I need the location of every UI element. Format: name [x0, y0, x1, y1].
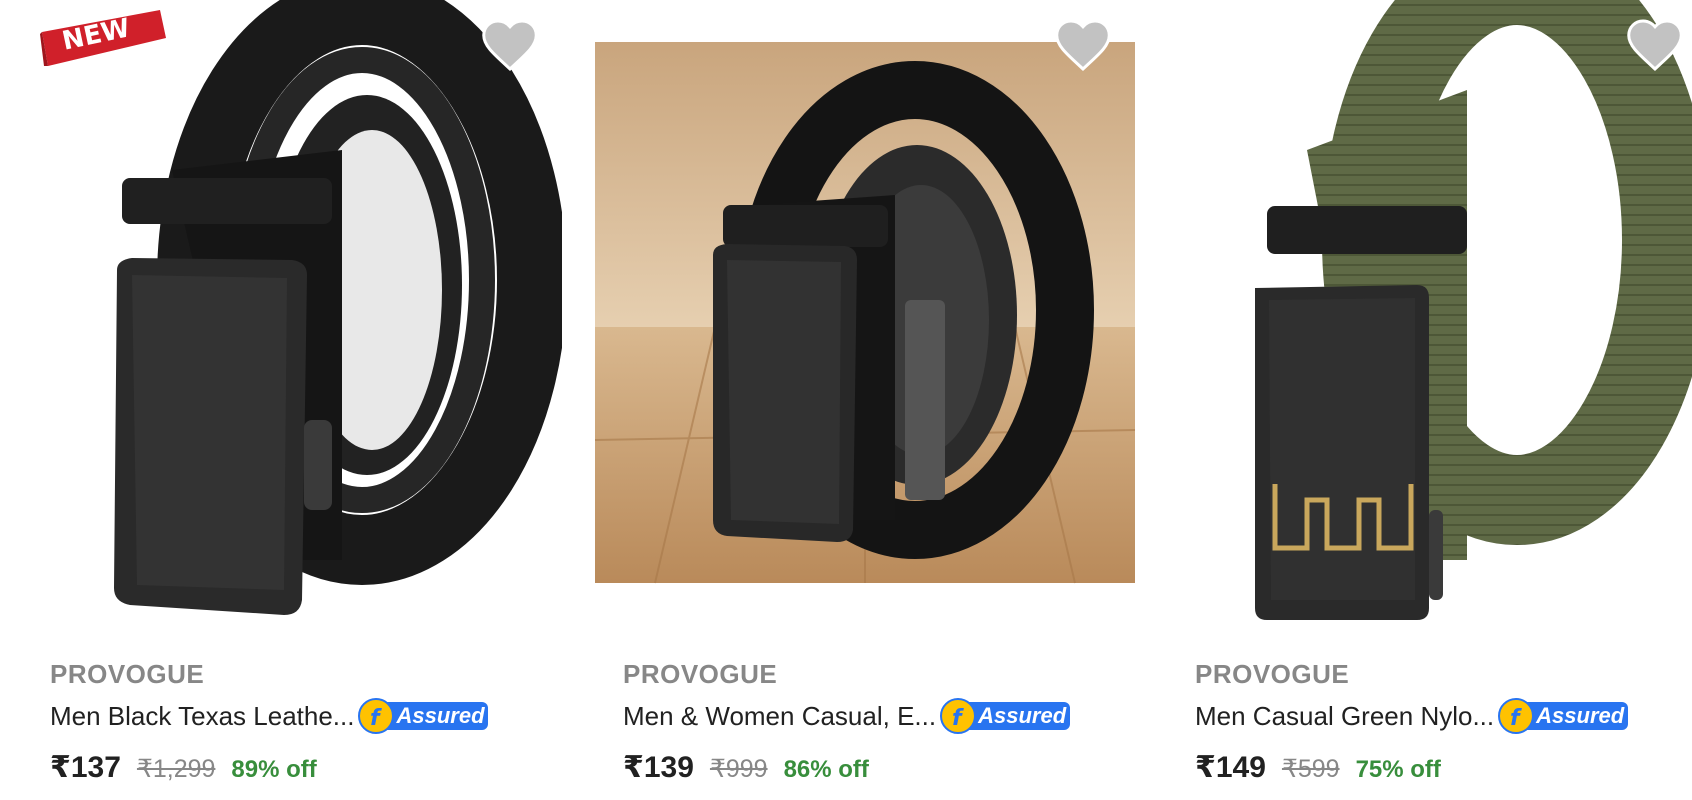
discount-label: 75% off	[1355, 756, 1441, 783]
price-row: ₹149 ₹599 75% off	[1195, 750, 1692, 794]
assured-badge: f Assured	[940, 698, 1072, 734]
original-price: ₹1,299	[136, 755, 216, 783]
original-price: ₹999	[709, 755, 768, 783]
assured-label: Assured	[396, 703, 485, 728]
product-info: PROVOGUE Men Black Texas Leathe... f Ass…	[50, 656, 550, 794]
product-info: PROVOGUE Men & Women Casual, E... f Assu…	[623, 656, 1123, 794]
product-brand: PROVOGUE	[50, 659, 205, 689]
black-leather-belt-on-wood-image	[595, 0, 1135, 640]
heart-icon	[482, 19, 538, 72]
assured-badge: f Assured	[1498, 698, 1630, 734]
title-row: Men Casual Green Nylo... f Assured	[1195, 694, 1692, 738]
black-leather-belt-image	[22, 0, 562, 640]
product-card[interactable]: PROVOGUE Men Casual Green Nylo... f Assu…	[1145, 0, 1692, 800]
product-image[interactable]	[1167, 0, 1692, 640]
selling-price: ₹137	[50, 751, 121, 784]
price-row: ₹139 ₹999 86% off	[623, 750, 1123, 794]
product-grid: NEW PROVOGUE Men Black Texas Leathe... f	[0, 0, 1692, 800]
product-image[interactable]: NEW	[22, 0, 562, 640]
price-row: ₹137 ₹1,299 89% off	[50, 750, 550, 794]
product-card[interactable]: NEW PROVOGUE Men Black Texas Leathe... f	[0, 0, 572, 800]
product-brand: PROVOGUE	[623, 659, 778, 689]
selling-price: ₹149	[1195, 751, 1266, 784]
product-title[interactable]: Men Casual Green Nylo...	[1195, 694, 1494, 738]
product-info: PROVOGUE Men Casual Green Nylo... f Assu…	[1195, 656, 1692, 794]
heart-icon	[1627, 19, 1683, 72]
selling-price: ₹139	[623, 751, 694, 784]
wishlist-button[interactable]	[1053, 16, 1113, 72]
green-nylon-belt-image	[1167, 0, 1692, 640]
product-title[interactable]: Men & Women Casual, E...	[623, 694, 936, 738]
original-price: ₹599	[1281, 755, 1340, 783]
discount-label: 86% off	[783, 756, 869, 783]
wishlist-button[interactable]	[1625, 16, 1685, 72]
discount-label: 89% off	[231, 756, 317, 783]
wishlist-button[interactable]	[480, 16, 540, 72]
product-title[interactable]: Men Black Texas Leathe...	[50, 694, 354, 738]
title-row: Men Black Texas Leathe... f Assured	[50, 694, 550, 738]
product-image[interactable]	[595, 0, 1135, 640]
assured-label: Assured	[978, 703, 1067, 728]
assured-label: Assured	[1536, 703, 1625, 728]
product-card[interactable]: PROVOGUE Men & Women Casual, E... f Assu…	[573, 0, 1145, 800]
assured-badge: f Assured	[358, 698, 490, 734]
new-badge: NEW	[40, 8, 168, 68]
heart-icon	[1055, 19, 1111, 72]
title-row: Men & Women Casual, E... f Assured	[623, 694, 1123, 738]
product-brand: PROVOGUE	[1195, 659, 1350, 689]
